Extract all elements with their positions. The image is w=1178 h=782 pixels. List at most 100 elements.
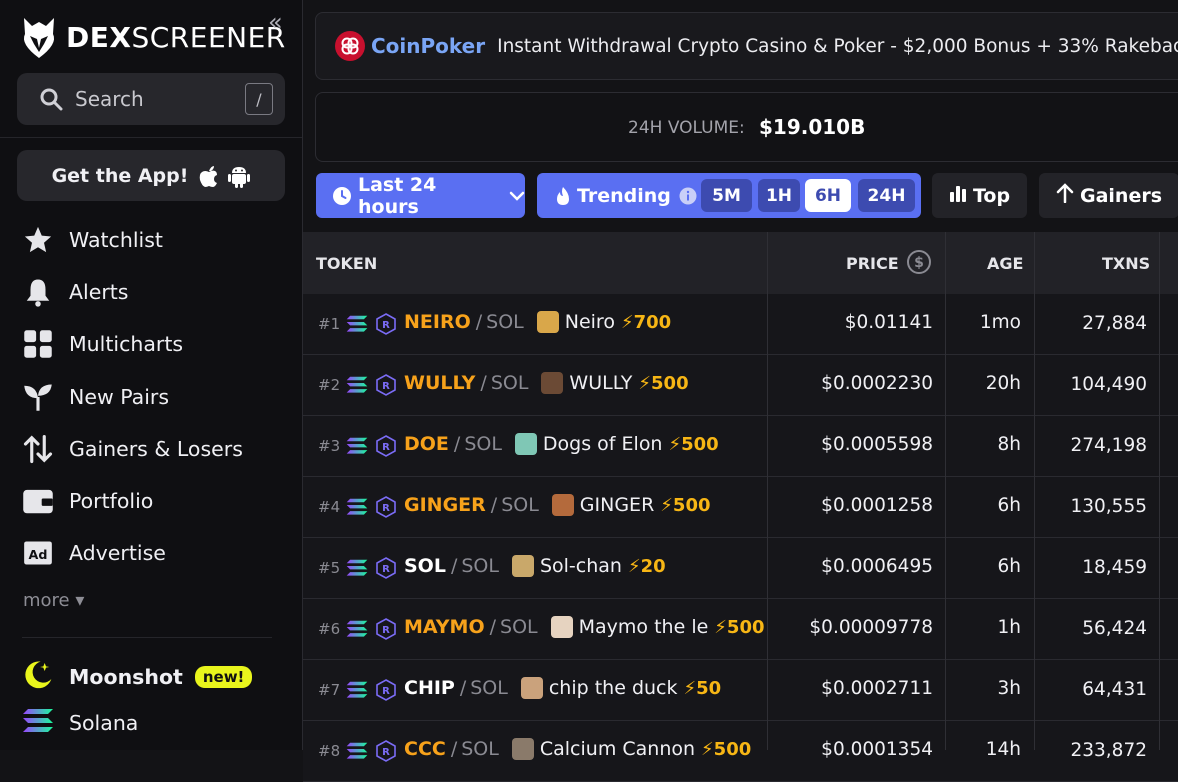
owl-logo-icon [23, 18, 55, 58]
row-age: 6h [997, 556, 1022, 577]
pair-separator: / [453, 433, 461, 455]
sidebar-item-alerts[interactable]: Alerts [22, 266, 243, 318]
quote-symbol: SOL [470, 677, 508, 699]
sidebar-item-new-pairs[interactable]: New Pairs [22, 371, 243, 423]
solana-chain-icon [346, 376, 368, 398]
range-1h-button[interactable]: 1H [758, 179, 800, 212]
header-age[interactable]: AGE [987, 254, 1023, 273]
trending-label: Trending [577, 184, 671, 207]
token-avatar [514, 433, 537, 455]
trending-filter[interactable]: Trending 5M 1H 6H 24H [537, 173, 921, 218]
token-avatar [551, 494, 574, 516]
sidebar-item-label: Alerts [69, 280, 129, 305]
token-name: Sol-chan [539, 555, 622, 577]
pair-separator: / [475, 311, 483, 333]
range-5m-button[interactable]: 5M [701, 179, 752, 212]
raydium-dex-icon: R [376, 679, 396, 705]
quote-symbol: SOL [500, 616, 538, 638]
token-avatar [536, 311, 559, 333]
sidebar-item-advertise[interactable]: Ad Advertise [22, 527, 243, 579]
time-range-dropdown[interactable]: Last 24 hours [316, 173, 525, 218]
row-price: $0.0002230 [821, 373, 933, 394]
table-row[interactable]: #8 R CCC / SOL Calcium Cannon ⚡500 $0.00… [303, 721, 1178, 782]
bar-chart-icon [949, 184, 967, 207]
arrow-up-icon [1056, 183, 1074, 208]
get-app-label: Get the App! [51, 164, 189, 187]
row-txns: 233,872 [1070, 740, 1147, 761]
header-price[interactable]: PRICE [846, 254, 899, 273]
grid-icon [22, 328, 54, 360]
pair-separator: / [490, 494, 498, 516]
pair-separator: / [489, 616, 497, 638]
get-app-button[interactable]: Get the App! [17, 150, 285, 201]
ad-icon: Ad [22, 537, 54, 569]
table-row[interactable]: #2 R WULLY / SOL WULLY ⚡500 $0.0002230 2… [303, 355, 1178, 416]
collapse-sidebar-icon[interactable]: « [268, 8, 283, 36]
row-rank: #2 [318, 376, 341, 394]
search-box[interactable]: Search / [17, 73, 285, 125]
boost-badge: ⚡500 [701, 738, 752, 760]
token-symbol: CCC [404, 738, 446, 760]
more-toggle[interactable]: more ▾ [23, 590, 84, 611]
token-avatar [511, 738, 534, 760]
dexscreener-logo[interactable]: DEXSCREENER [20, 14, 286, 60]
token-name: chip the duck [548, 677, 678, 699]
raydium-dex-icon: R [376, 557, 396, 583]
info-icon[interactable] [679, 187, 697, 205]
ad-banner[interactable]: CoinPoker Instant Withdrawal Crypto Casi… [315, 12, 1178, 80]
quote-symbol: SOL [461, 738, 499, 760]
pairs-table: TOKEN PRICE $ AGE TXNS #1 R NEIRO / SOL … [303, 232, 1178, 782]
range-6h-button[interactable]: 6H [805, 179, 851, 212]
search-label: Search [75, 87, 144, 111]
table-row[interactable]: #4 R GINGER / SOL GINGER ⚡500 $0.0001258… [303, 477, 1178, 538]
row-price: $0.0005598 [821, 434, 933, 455]
raydium-dex-icon: R [376, 374, 396, 400]
sidebar-item-watchlist[interactable]: Watchlist [22, 214, 243, 266]
pair-separator: / [450, 555, 458, 577]
row-rank: #6 [318, 620, 341, 638]
row-price: $0.00009778 [809, 617, 933, 638]
gainers-button[interactable]: Gainers [1039, 173, 1178, 218]
pair-separator: / [480, 372, 487, 394]
solana-chain-icon [346, 559, 368, 581]
flame-icon [555, 186, 571, 206]
pair-separator: / [450, 738, 458, 760]
token-cell: SOL / SOL Sol-chan ⚡20 [404, 555, 666, 577]
table-row[interactable]: #5 R SOL / SOL Sol-chan ⚡20 $0.0006495 6… [303, 538, 1178, 599]
raydium-dex-icon: R [376, 618, 396, 644]
sidebar-item-gainers-losers[interactable]: Gainers & Losers [22, 423, 243, 475]
quote-symbol: SOL [501, 494, 539, 516]
table-row[interactable]: #6 R MAYMO / SOL Maymo the le ⚡500 $0.00… [303, 599, 1178, 660]
top-button[interactable]: Top [932, 173, 1027, 218]
svg-text:R: R [382, 564, 390, 575]
raydium-dex-icon: R [376, 740, 396, 766]
range-24h-button[interactable]: 24H [858, 179, 915, 212]
token-name: Neiro [564, 311, 615, 333]
sidebar-item-multicharts[interactable]: Multicharts [22, 318, 243, 370]
boost-badge: ⚡500 [714, 616, 765, 638]
row-rank: #1 [318, 315, 341, 333]
currency-toggle-icon[interactable]: $ [906, 249, 932, 279]
row-rank: #5 [318, 559, 341, 577]
sidebar-item-moonshot[interactable]: Moonshot new! [22, 659, 253, 695]
divider [22, 637, 272, 638]
table-row[interactable]: #1 R NEIRO / SOL Neiro ⚡700 $0.01141 1mo… [303, 294, 1178, 355]
row-age: 20h [985, 373, 1021, 394]
new-badge: new! [194, 666, 253, 688]
table-row[interactable]: #7 R CHIP / SOL chip the duck ⚡50 $0.000… [303, 660, 1178, 721]
token-symbol: SOL [404, 555, 446, 577]
column-divider [945, 232, 946, 750]
sidebar-item-portfolio[interactable]: Portfolio [22, 475, 243, 527]
header-token[interactable]: TOKEN [316, 254, 377, 273]
token-name: Maymo the le [578, 616, 709, 638]
token-cell: WULLY / SOL WULLY ⚡500 [404, 372, 689, 394]
row-price: $0.0001258 [821, 495, 933, 516]
ad-brand: CoinPoker [371, 34, 486, 58]
row-age: 1h [997, 617, 1022, 638]
header-txns[interactable]: TXNS [1102, 254, 1150, 273]
table-row[interactable]: #3 R DOE / SOL Dogs of Elon ⚡500 $0.0005… [303, 416, 1178, 477]
raydium-dex-icon: R [376, 435, 396, 461]
token-symbol: WULLY [404, 372, 476, 394]
solana-icon [22, 708, 54, 738]
sidebar-item-solana[interactable]: Solana [22, 708, 138, 738]
